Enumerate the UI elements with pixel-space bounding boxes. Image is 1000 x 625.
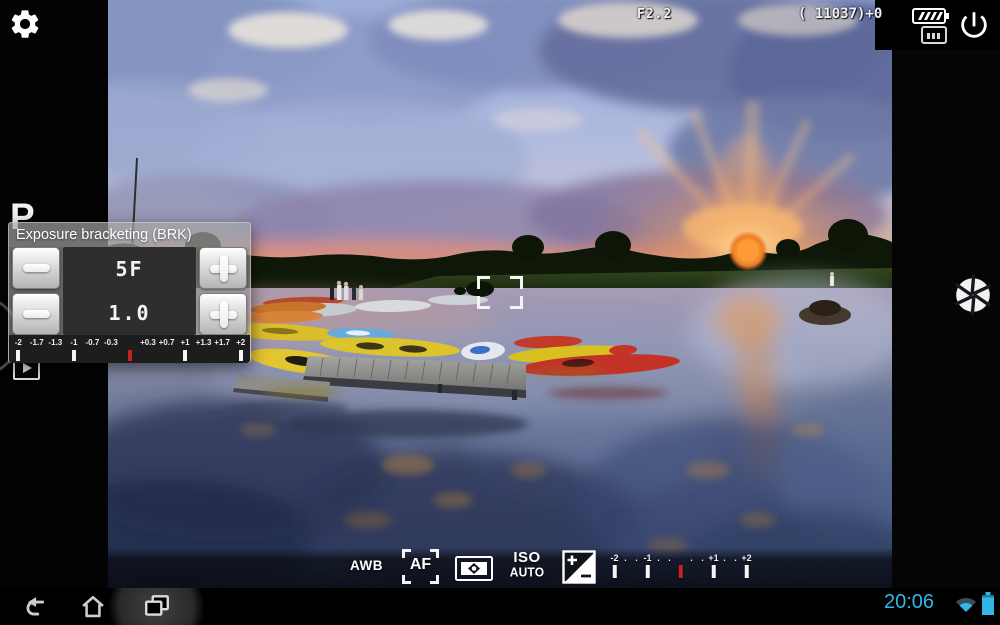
memory-card-icon (921, 26, 947, 44)
focus-corner-icon (477, 276, 490, 289)
bracketing-scale-labels: -2. . -1 .. .. +1. . +2 (610, 553, 752, 563)
focus-corner-icon (510, 276, 523, 289)
exposure-compensation-button[interactable] (562, 550, 596, 584)
white-balance-button[interactable]: AWB (350, 558, 383, 573)
minus-icon (22, 264, 50, 272)
focus-corner-icon (510, 296, 523, 309)
bracketing-scale-ticks (612, 565, 749, 578)
home-icon (82, 595, 104, 618)
shots-remaining-readout: ( 11037)+0 (798, 6, 883, 22)
battery-level-icon (912, 8, 949, 24)
aperture-readout: F2.2 (637, 7, 673, 22)
plus-icon (209, 300, 237, 328)
brk-frames-plus-button[interactable] (199, 247, 247, 289)
brk-ev-scale: -2 -1.7 -1.3 -1 -0.7 -0.3 +0.3 +0.7 +1 +1.3 +… (9, 335, 250, 363)
wifi-status-icon (955, 596, 977, 614)
exposure-bracketing-popup: Exposure bracketing (BRK) 5F 1.0 -2 -1.7 … (8, 222, 251, 363)
toolbar-strip (108, 548, 892, 588)
nav-home-button[interactable] (78, 592, 108, 620)
gear-icon (11, 10, 39, 38)
exposure-compensation-icon (562, 550, 596, 584)
brk-step-plus-button[interactable] (199, 293, 247, 335)
brk-value-display: 5F 1.0 (63, 247, 196, 335)
focus-corner-icon (477, 296, 490, 309)
brk-scale-labels: -2 -1.7 -1.3 -1 -0.7 -0.3 +0.3 +0.7 +1 +1.3 +… (14, 338, 246, 347)
memory-card-indicator (920, 26, 948, 44)
nav-back-button[interactable] (18, 593, 52, 620)
brk-step-minus-button[interactable] (12, 293, 60, 335)
power-button[interactable] (953, 4, 995, 46)
nav-recents-button[interactable] (142, 593, 172, 619)
shutter-release-button[interactable] (950, 272, 996, 318)
brk-scale-ticks (16, 350, 243, 362)
brk-step-value: 1.0 (108, 301, 151, 325)
iso-auto-label: AUTO (509, 564, 545, 580)
play-icon (23, 363, 32, 373)
brk-frames-value: 5F (115, 257, 144, 281)
autofocus-button[interactable]: AF (402, 549, 439, 584)
popup-title: Exposure bracketing (BRK) (9, 223, 250, 247)
iso-button[interactable]: ISO AUTO (505, 549, 549, 580)
status-clock: 20:06 (884, 591, 935, 613)
brk-frames-minus-button[interactable] (12, 247, 60, 289)
camera-battery-indicator (912, 7, 950, 25)
metering-icon (455, 556, 493, 581)
camera-remote-app: F2.2 ( 11037)+0 P Exposure bracketing (B… (0, 0, 1000, 625)
aperture-shutter-icon (954, 274, 992, 316)
back-icon (26, 596, 45, 616)
focus-corner-icon (430, 575, 439, 584)
power-icon (961, 12, 987, 38)
settings-button[interactable] (6, 5, 44, 43)
device-battery-icon (981, 592, 995, 616)
af-label: AF (409, 556, 432, 573)
focus-frame (477, 276, 523, 309)
metering-mode-button[interactable] (455, 556, 493, 581)
minus-icon (22, 310, 50, 318)
focus-corner-icon (402, 575, 411, 584)
iso-label: ISO (513, 549, 541, 566)
plus-icon (209, 254, 237, 282)
bracketing-status-indicator: -2. . -1 .. .. +1. . +2 (609, 551, 752, 583)
recent-apps-icon (145, 595, 169, 616)
